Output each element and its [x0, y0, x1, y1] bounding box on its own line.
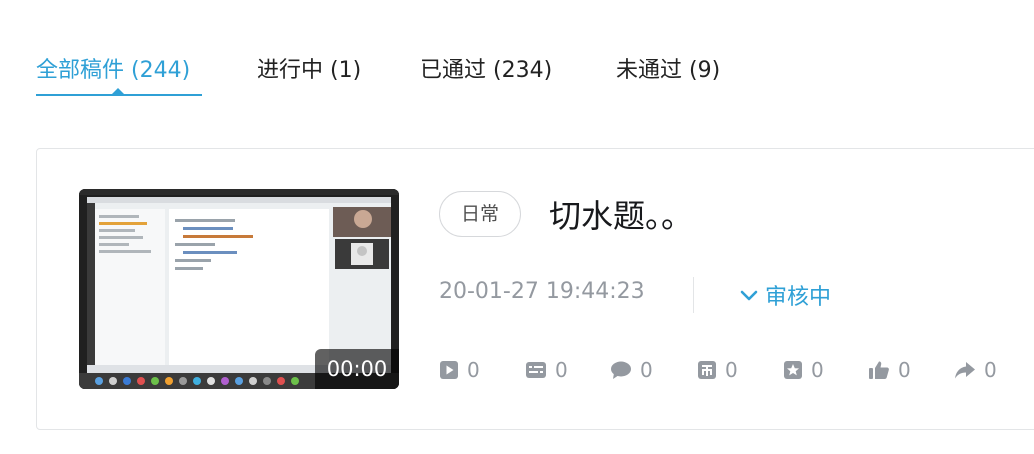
upload-date: 20-01-27 19:44:23	[439, 279, 645, 304]
play-icon	[440, 361, 458, 379]
comment-icon	[611, 361, 631, 379]
danmaku-icon	[526, 362, 546, 378]
stat-comments-value: 0	[640, 358, 653, 382]
review-status[interactable]: 审核中	[739, 279, 831, 311]
tab-all[interactable]: 全部稿件 (244)	[36, 52, 190, 84]
tab-active-underline	[36, 94, 202, 96]
like-icon	[869, 361, 889, 379]
tab-approved[interactable]: 已通过 (234)	[420, 52, 552, 84]
stat-coins-value: 0	[725, 358, 738, 382]
stat-plays: 0	[439, 355, 480, 385]
video-card: 00:00 日常 切水题。。 20-01-27 19:44:23 审核中 0 0	[36, 148, 1034, 430]
category-tag: 日常	[439, 191, 521, 237]
review-status-label: 审核中	[765, 285, 832, 310]
stat-plays-value: 0	[467, 358, 480, 382]
stat-shares: 0	[954, 355, 997, 385]
video-thumbnail[interactable]: 00:00	[79, 189, 399, 389]
favorite-icon	[784, 361, 802, 379]
video-title[interactable]: 切水题。。	[549, 191, 693, 237]
video-duration: 00:00	[315, 349, 399, 389]
stat-coins: 0	[697, 355, 738, 385]
stat-favorites-value: 0	[811, 358, 824, 382]
coin-icon	[698, 361, 716, 379]
share-icon	[955, 362, 975, 379]
chevron-down-icon	[740, 290, 758, 301]
stat-danmaku-value: 0	[555, 358, 568, 382]
stat-likes: 0	[868, 355, 911, 385]
tab-bar: 全部稿件 (244) 进行中 (1) 已通过 (234) 未通过 (9)	[36, 46, 1034, 98]
tab-rejected[interactable]: 未通过 (9)	[616, 52, 720, 84]
stat-shares-value: 0	[984, 358, 997, 382]
tab-in-progress[interactable]: 进行中 (1)	[257, 52, 361, 84]
stat-danmaku: 0	[525, 355, 568, 385]
stat-likes-value: 0	[898, 358, 911, 382]
stat-favorites: 0	[783, 355, 824, 385]
stat-comments: 0	[610, 355, 653, 385]
divider	[693, 277, 694, 313]
